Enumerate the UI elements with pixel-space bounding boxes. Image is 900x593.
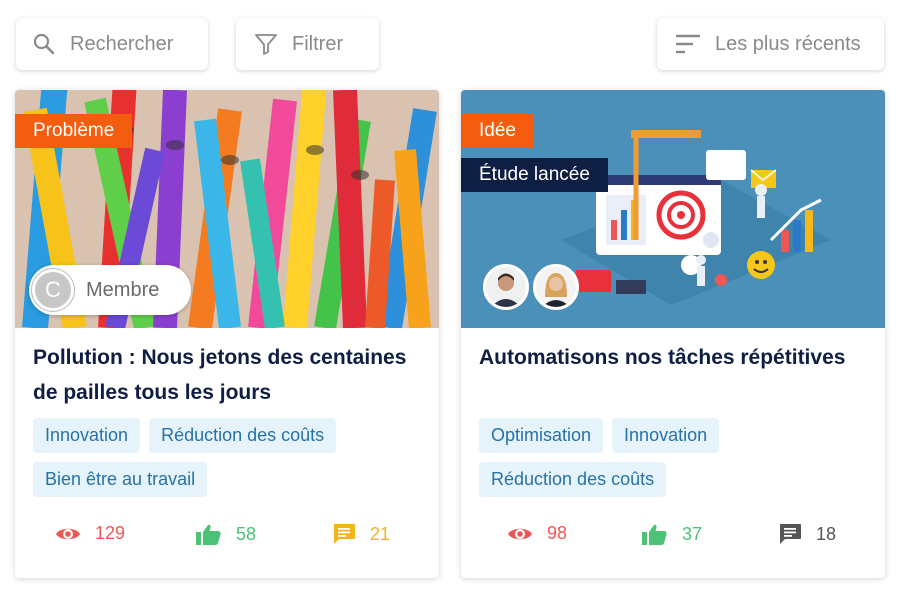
avatar: C [31,268,75,312]
filter-button[interactable]: Filtrer [236,18,379,70]
avatar [483,264,529,310]
card-stats: 129 58 21 [15,523,439,553]
comments-stat[interactable]: 18 [778,523,836,545]
eye-icon [56,528,80,539]
comment-icon [780,524,801,544]
contributor-avatars[interactable] [483,264,583,310]
colorful-straws-image: Problème C Membre [15,90,439,328]
status-badge: Étude lancée [461,158,608,192]
comment-icon [334,524,355,544]
comments-count: 18 [816,523,837,544]
eye-icon [508,528,532,539]
tag[interactable]: Optimisation [479,418,604,453]
automation-illustration-image: Idée Étude lancée [461,90,885,328]
likes-stat[interactable]: 37 [642,523,702,545]
thumbs-up-icon [196,524,221,545]
tag[interactable]: Réduction des coûts [479,462,667,497]
tag-list: Innovation Réduction des coûts Bien être… [33,418,423,506]
tag[interactable]: Innovation [33,418,141,453]
thumbs-up-icon [642,524,667,545]
sort-label: Les plus récents [715,32,861,55]
card-title[interactable]: Automatisons nos tâches répétitives [479,340,874,375]
sort-icon [675,33,701,55]
likes-stat[interactable]: 58 [196,523,256,545]
likes-count: 58 [236,523,257,544]
views-stat: 98 [507,523,567,544]
tag[interactable]: Innovation [612,418,720,453]
author-label: Membre [86,278,160,301]
type-badge: Idée [461,114,534,148]
tag-list: Optimisation Innovation Réduction des co… [479,418,869,506]
card-stats: 98 37 18 [461,523,885,553]
views-stat: 129 [55,523,125,544]
search-placeholder: Rechercher [70,32,174,55]
author-chip[interactable]: C Membre [29,265,191,315]
search-icon [32,32,56,56]
avatar [533,264,579,310]
views-count: 98 [547,523,568,543]
tag[interactable]: Réduction des coûts [149,418,337,453]
type-badge: Problème [15,114,133,148]
likes-count: 37 [682,523,703,544]
comments-count: 21 [370,523,391,544]
filter-icon [254,32,278,56]
views-count: 129 [95,523,126,543]
tag[interactable]: Bien être au travail [33,462,208,497]
idea-card[interactable]: Problème C Membre Pollution : Nous jeton… [15,90,439,578]
search-input[interactable]: Rechercher [16,18,208,70]
sort-dropdown[interactable]: Les plus récents [657,18,884,70]
comments-stat[interactable]: 21 [332,523,390,545]
idea-card[interactable]: Idée Étude lancée Automatisons nos tâche… [461,90,885,578]
filter-label: Filtrer [292,32,344,55]
card-title[interactable]: Pollution : Nous jetons des centaines de… [33,340,428,410]
